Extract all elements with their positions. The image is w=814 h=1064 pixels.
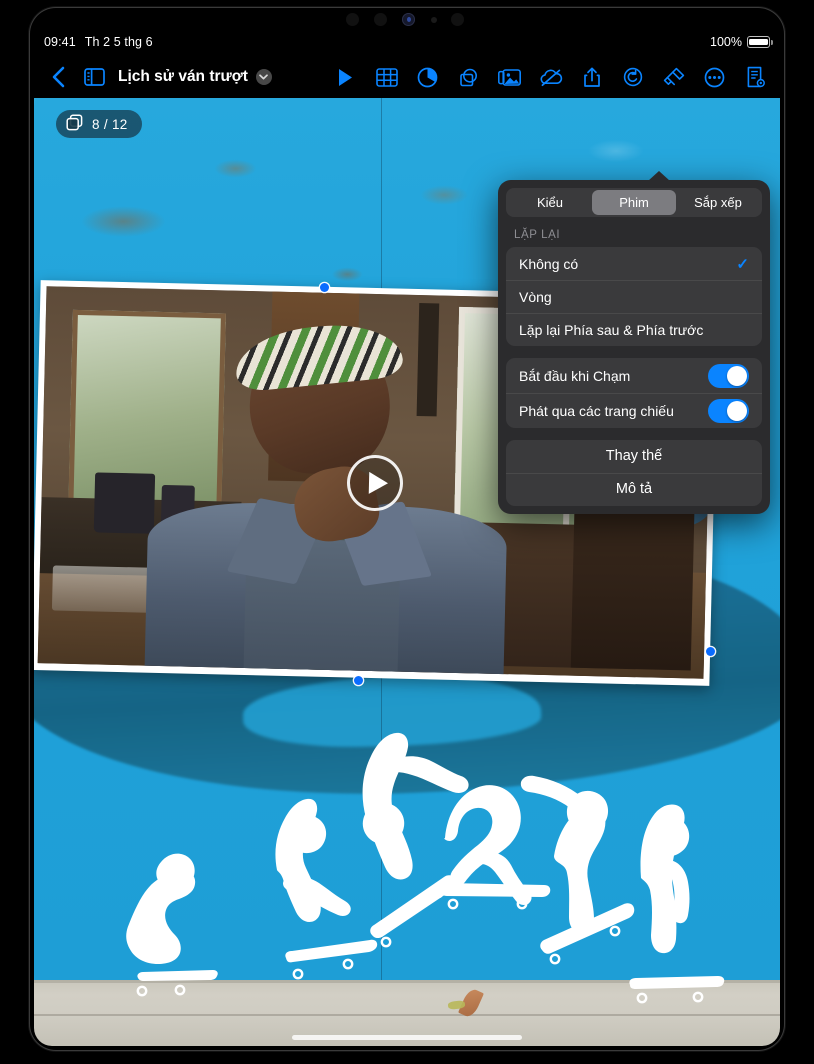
shape-icon[interactable]: [448, 59, 489, 95]
description-button[interactable]: Mô tả: [506, 473, 762, 506]
play-icon[interactable]: [325, 59, 366, 95]
battery-icon: [747, 36, 773, 48]
status-bar-left: 09:41 Th 2 5 thg 6: [44, 35, 153, 49]
person-in-video: [143, 318, 508, 679]
more-icon[interactable]: [694, 59, 735, 95]
play-across-slides-label: Phát qua các trang chiếu: [519, 402, 674, 419]
playback-switches-group: Bắt đầu khi Chạm Phát qua các trang chiế…: [506, 358, 762, 428]
media-icon[interactable]: [489, 59, 530, 95]
sensor-dot: [431, 17, 437, 23]
app-toolbar: Lịch sử ván trượt: [34, 56, 780, 98]
skater-silhouette-2: [275, 798, 378, 980]
repeat-option-loop[interactable]: Vòng: [506, 280, 762, 313]
skater-silhouette-4: [439, 785, 551, 910]
sensor-dot: [451, 13, 464, 26]
ipad-screenshot: 09:41 Th 2 5 thg 6 100% Lịch sử ván trượ…: [0, 0, 814, 1064]
replace-button[interactable]: Thay thế: [506, 440, 762, 473]
repeat-option-label: Vòng: [519, 288, 552, 305]
start-on-tap-toggle[interactable]: [708, 363, 749, 388]
slide-counter-badge[interactable]: 8 / 12: [56, 110, 142, 138]
pitcher: [94, 472, 156, 534]
status-bar: 09:41 Th 2 5 thg 6 100%: [34, 30, 780, 56]
sensor-dot: [346, 13, 359, 26]
share-icon[interactable]: [571, 59, 612, 95]
page-title: Lịch sử ván trượt: [118, 68, 248, 85]
repeat-option-none[interactable]: Không có ✓: [506, 247, 762, 280]
selection-handle-top[interactable]: [320, 283, 329, 292]
format-popover[interactable]: Kiểu Phim Sắp xếp LẶP LẠI Không có ✓ Vòn…: [498, 171, 770, 514]
back-button[interactable]: [40, 59, 76, 95]
document-title-button[interactable]: Lịch sử ván trượt: [118, 68, 272, 86]
chart-icon[interactable]: [407, 59, 448, 95]
front-camera-icon: [402, 13, 415, 26]
tab-style[interactable]: Kiểu: [508, 190, 592, 215]
document-options-icon[interactable]: [735, 59, 776, 95]
battery-percent: 100%: [710, 35, 742, 49]
tab-movie[interactable]: Phim: [592, 190, 676, 215]
slides-icon: [66, 114, 83, 134]
selection-handle-corner[interactable]: [706, 647, 715, 656]
screen-viewport: 09:41 Th 2 5 thg 6 100% Lịch sử ván trượ…: [34, 30, 780, 1046]
skater-silhouette-6: [629, 804, 725, 1004]
sidebar-icon[interactable]: [76, 59, 112, 95]
repeat-option-label: Lặp lại Phía sau & Phía trước: [519, 321, 704, 338]
home-indicator[interactable]: [292, 1035, 522, 1040]
undo-icon[interactable]: [612, 59, 653, 95]
repeat-section-label: LẶP LẠI: [514, 229, 561, 241]
chair-right: [570, 494, 695, 671]
camera-sensor-array: [330, 8, 490, 28]
checkmark-icon: ✓: [736, 255, 749, 273]
skater-silhouette-1: [126, 853, 218, 997]
chevron-down-icon[interactable]: [255, 69, 272, 85]
slide-counter-text: 8 / 12: [92, 116, 128, 132]
actions-group: Thay thế Mô tả: [506, 440, 762, 506]
toolbar-left-group: Lịch sử ván trượt: [34, 59, 272, 95]
status-date: Th 2 5 thg 6: [84, 35, 153, 49]
table-icon[interactable]: [366, 59, 407, 95]
play-across-slides-row[interactable]: Phát qua các trang chiếu: [506, 393, 762, 428]
selection-handle-bottom[interactable]: [354, 676, 363, 685]
status-time: 09:41: [44, 35, 76, 49]
status-bar-right: 100%: [710, 35, 773, 49]
repeat-option-back-and-forth[interactable]: Lặp lại Phía sau & Phía trước: [506, 313, 762, 346]
format-brush-icon[interactable]: [653, 59, 694, 95]
format-segmented-control[interactable]: Kiểu Phim Sắp xếp: [506, 188, 762, 217]
repeat-option-label: Không có: [519, 255, 579, 272]
popover-arrow: [648, 171, 670, 181]
slide-canvas[interactable]: 8 / 12 Kiểu Phim Sắp xếp LẶP LẠI Không c…: [34, 98, 780, 1046]
sensor-dot: [374, 13, 387, 26]
cloud-off-icon[interactable]: [530, 59, 571, 95]
start-on-tap-label: Bắt đầu khi Chạm: [519, 367, 631, 384]
start-on-tap-row[interactable]: Bắt đầu khi Chạm: [506, 358, 762, 393]
play-across-slides-toggle[interactable]: [708, 398, 749, 423]
tab-arrange[interactable]: Sắp xếp: [676, 190, 760, 215]
toolbar-right-group: [325, 59, 780, 95]
skater-silhouette-5: [520, 775, 635, 965]
repeat-options-group: Không có ✓ Vòng Lặp lại Phía sau & Phía …: [506, 247, 762, 346]
